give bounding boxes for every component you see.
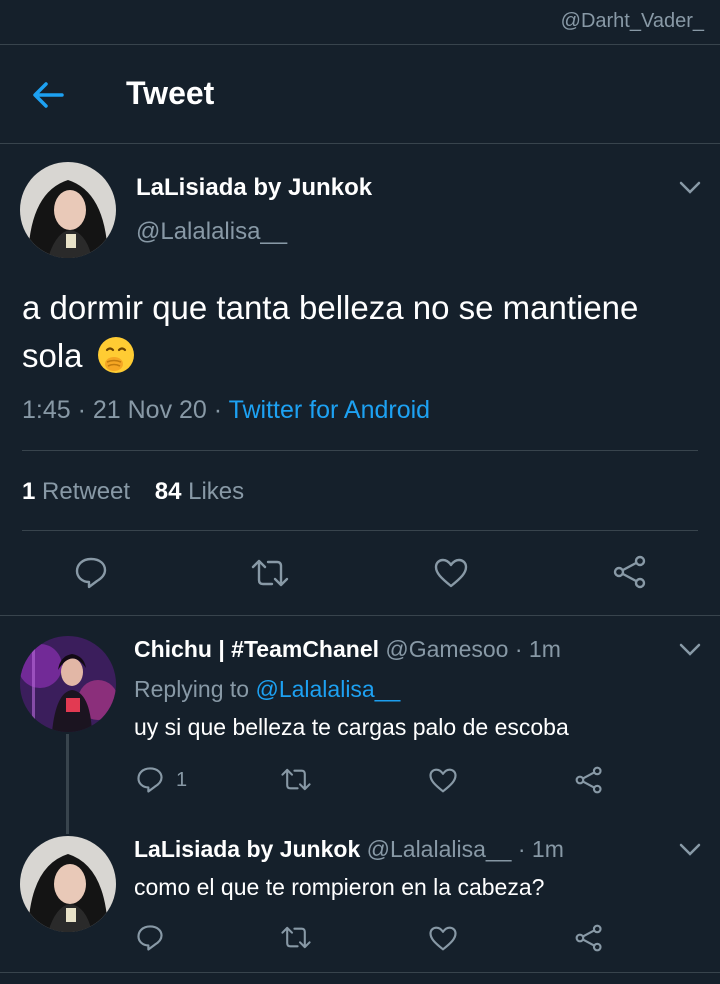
watermark: @Darht_Vader_ bbox=[560, 10, 704, 32]
reply-icon bbox=[137, 767, 163, 793]
reply-text: como el que te rompieron en la cabeza? bbox=[134, 874, 545, 900]
heart-icon bbox=[434, 558, 468, 588]
page-title: Tweet bbox=[126, 75, 215, 111]
like-label: Likes bbox=[181, 478, 245, 505]
back-button[interactable] bbox=[30, 81, 66, 109]
retweets-stat[interactable]: 1 Retweet bbox=[22, 478, 130, 505]
share-icon bbox=[575, 766, 602, 794]
share-icon bbox=[575, 924, 602, 952]
top-bar: Tweet bbox=[0, 44, 720, 144]
mention-link[interactable]: @Lalalalisa__ bbox=[255, 676, 400, 702]
divider bbox=[0, 615, 720, 616]
likes-stat[interactable]: 84 Likes bbox=[155, 478, 244, 505]
tweet-source-link[interactable]: Twitter for Android bbox=[229, 396, 430, 424]
retweet-icon bbox=[281, 768, 311, 791]
like-button[interactable] bbox=[428, 925, 458, 957]
share-button[interactable] bbox=[574, 766, 604, 799]
retweet-label: Retweet bbox=[35, 478, 131, 505]
reply-icon bbox=[137, 925, 163, 951]
tweet-menu-button[interactable] bbox=[678, 180, 702, 196]
share-icon bbox=[613, 555, 646, 589]
arrow-left-icon bbox=[33, 82, 64, 108]
divider bbox=[0, 972, 720, 973]
reply-handle-time: @Gamesoo · 1m bbox=[379, 636, 561, 662]
retweet-icon bbox=[251, 559, 289, 587]
reply-icon bbox=[75, 557, 107, 589]
heart-icon bbox=[429, 768, 457, 793]
like-button[interactable] bbox=[428, 767, 458, 799]
divider bbox=[22, 450, 698, 451]
replying-to: Replying to @Lalalalisa__ bbox=[134, 676, 400, 703]
retweet-button[interactable] bbox=[250, 558, 290, 593]
chevron-down-icon bbox=[679, 181, 701, 194]
reply-text: uy si que belleza te cargas palo de esco… bbox=[134, 714, 569, 740]
reply-button[interactable] bbox=[74, 556, 108, 595]
chevron-down-icon bbox=[679, 643, 701, 656]
retweet-button[interactable] bbox=[280, 767, 312, 797]
tweet-timestamp: 1:45 · 21 Nov 20 · bbox=[22, 396, 229, 424]
author-avatar[interactable] bbox=[20, 162, 116, 258]
share-button[interactable] bbox=[574, 924, 604, 957]
reply-header: LaLisiada by Junkok @Lalalalisa__ · 1m bbox=[134, 836, 564, 863]
retweet-count: 1 bbox=[22, 478, 36, 505]
reply-author-name[interactable]: LaLisiada by Junkok bbox=[134, 836, 360, 862]
reply-avatar[interactable] bbox=[20, 636, 116, 732]
replying-label: Replying to bbox=[134, 676, 256, 702]
author-name[interactable]: LaLisiada by Junkok bbox=[136, 174, 372, 202]
divider bbox=[22, 530, 698, 531]
reply-menu-button[interactable] bbox=[678, 642, 702, 658]
share-button[interactable] bbox=[612, 555, 648, 594]
retweet-button[interactable] bbox=[280, 925, 312, 955]
thread-line bbox=[66, 734, 69, 834]
heart-icon bbox=[429, 926, 457, 951]
tweet-stats: 1 Retweet 84 Likes bbox=[22, 478, 244, 506]
tweet-body: a dormir que tanta belleza no se mantien… bbox=[22, 284, 702, 380]
reply-author-name[interactable]: Chichu | #TeamChanel bbox=[134, 636, 379, 662]
reply-handle-time: @Lalalalisa__ · 1m bbox=[360, 836, 564, 862]
reply-count: 1 bbox=[176, 769, 188, 791]
face-with-hand-over-mouth-icon bbox=[96, 335, 136, 375]
retweet-icon bbox=[281, 926, 311, 949]
reply-button[interactable] bbox=[136, 924, 164, 957]
tweet-meta: 1:45 · 21 Nov 20 · Twitter for Android bbox=[22, 396, 430, 425]
like-count: 84 bbox=[154, 478, 182, 505]
reply-avatar[interactable] bbox=[20, 836, 116, 932]
reply-menu-button[interactable] bbox=[678, 842, 702, 858]
chevron-down-icon bbox=[679, 843, 701, 856]
author-handle[interactable]: @Lalalalisa__ bbox=[136, 218, 287, 246]
reply-header: Chichu | #TeamChanel @Gamesoo · 1m bbox=[134, 636, 561, 663]
like-button[interactable] bbox=[433, 557, 469, 594]
reply-button[interactable] bbox=[136, 766, 164, 799]
